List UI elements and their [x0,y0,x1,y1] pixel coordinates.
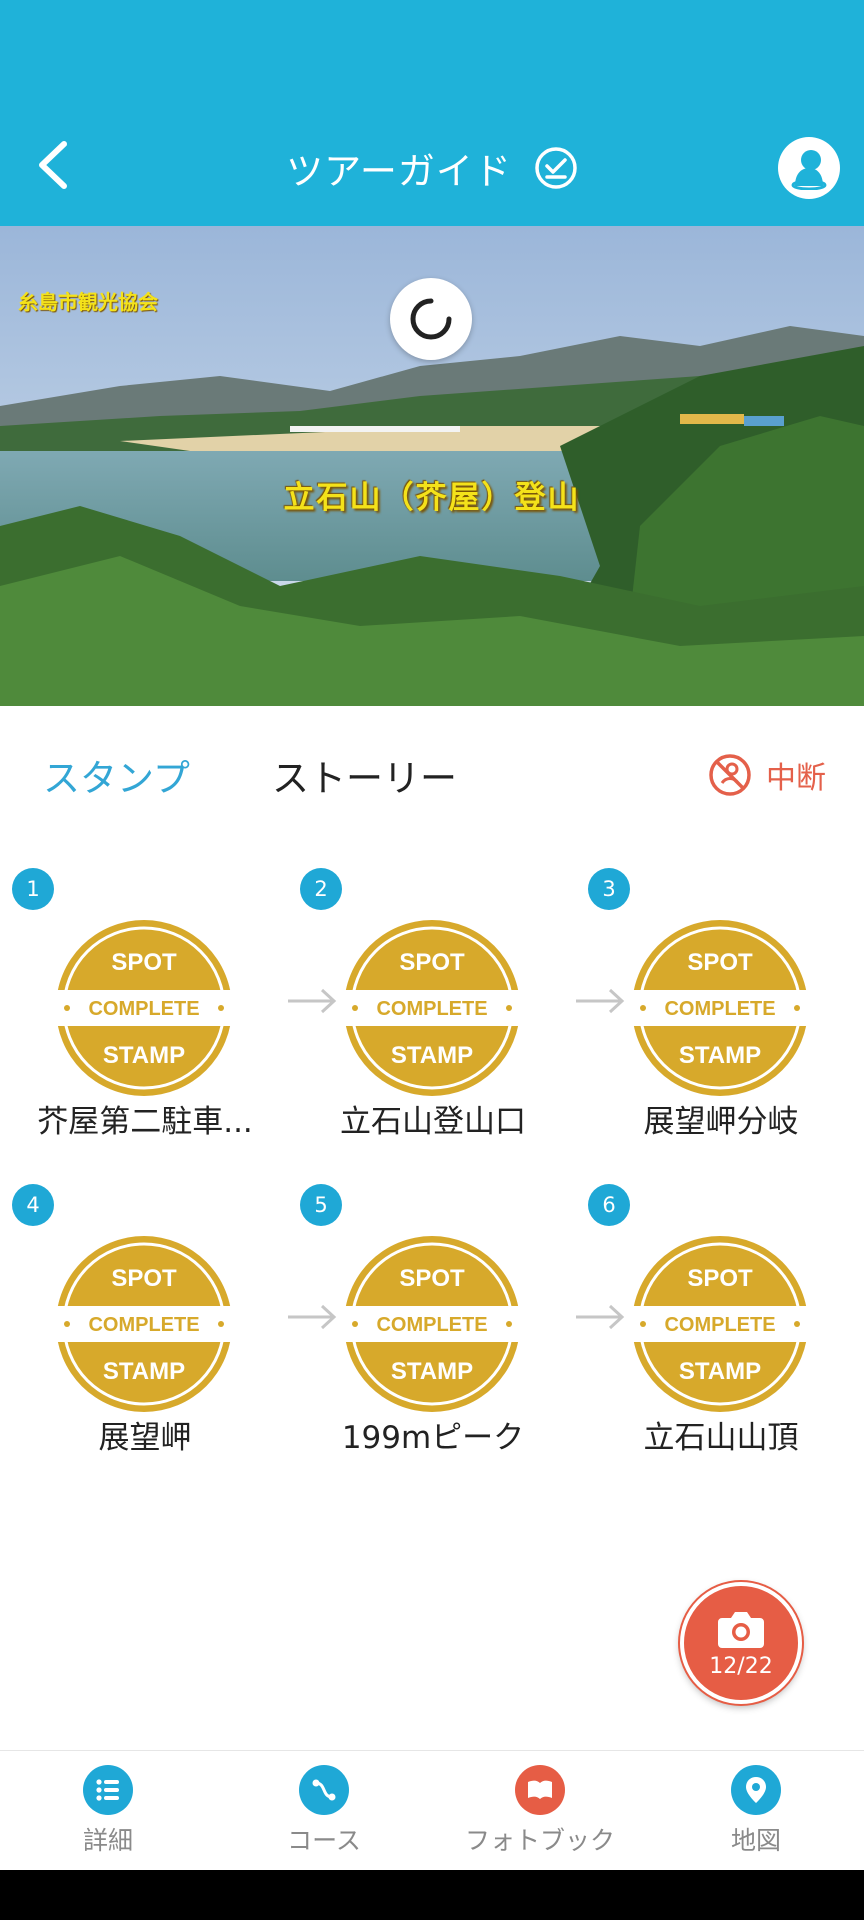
nav-course[interactable]: コース [216,1765,432,1865]
camera-icon [718,1611,764,1648]
profile-button[interactable] [778,137,840,199]
camera-button[interactable]: 12/22 [680,1582,802,1704]
complete-stamp-icon: COMPLETE SPOT STAMP [344,920,520,1096]
book-icon [515,1765,565,1815]
svg-text:SPOT: SPOT [111,949,177,976]
nav-map-label: 地図 [730,1826,781,1855]
nav-details[interactable]: 詳細 [0,1765,216,1865]
spot-number-badge: 6 [588,1184,630,1226]
svg-text:COMPLETE: COMPLETE [376,998,487,1020]
photo-count: 12/22 [709,1653,773,1679]
page-title-text: ツアーガイド [286,150,512,193]
svg-text:SPOT: SPOT [111,1265,177,1292]
nav-map[interactable]: 地図 [648,1765,864,1865]
checklist-icon[interactable] [534,146,578,190]
nav-details-label: 詳細 [82,1826,133,1855]
svg-text:STAMP: STAMP [391,1042,473,1069]
user-icon [791,150,827,190]
svg-text:SPOT: SPOT [399,949,465,976]
nav-course-label: コース [287,1826,361,1855]
spot-number-badge: 1 [12,868,54,910]
svg-text:COMPLETE: COMPLETE [88,998,199,1020]
stamp-spot-5[interactable]: 5 COMPLETE SPOT STAMP 199mピーク [300,1184,550,1456]
hero-image: 糸島市観光協会 立石山（芥屋）登山 [0,226,864,706]
svg-text:STAMP: STAMP [679,1042,761,1069]
spot-number-badge: 3 [588,868,630,910]
spot-name: 立石山山頂 [643,1420,799,1456]
stamp-spot-1[interactable]: 1 COMPLETE SPOT STAMP 芥屋第二駐車... [12,868,262,1140]
tab-stamp[interactable]: スタンプ [43,740,190,810]
tab-story[interactable]: ストーリー [272,740,457,810]
spot-number-badge: 4 [12,1184,54,1226]
map-pin-icon [731,1765,781,1815]
svg-text:SPOT: SPOT [687,1265,753,1292]
page-title: ツアーガイド [0,138,864,198]
stamp-spot-4[interactable]: 4 COMPLETE SPOT STAMP 展望岬 [12,1184,262,1456]
hero-caption: 立石山（芥屋）登山 [283,480,581,516]
spot-name: 199mピーク [341,1420,525,1456]
svg-text:STAMP: STAMP [103,1358,185,1385]
svg-text:COMPLETE: COMPLETE [664,998,775,1020]
nav-photobook[interactable]: フォトブック [432,1765,648,1865]
svg-text:COMPLETE: COMPLETE [88,1314,199,1336]
stamp-spot-6[interactable]: 6 COMPLETE SPOT STAMP 立石山山頂 [588,1184,838,1456]
complete-stamp-icon: COMPLETE SPOT STAMP [56,920,232,1096]
svg-text:STAMP: STAMP [679,1358,761,1385]
complete-stamp-icon: COMPLETE SPOT STAMP [632,1236,808,1412]
system-navigation-bar [0,1870,864,1920]
complete-stamp-icon: COMPLETE SPOT STAMP [632,920,808,1096]
svg-text:STAMP: STAMP [103,1042,185,1069]
route-icon [299,1765,349,1815]
hero-organization-tag: 糸島市観光協会 [18,290,158,314]
svg-text:STAMP: STAMP [391,1358,473,1385]
spot-number-badge: 2 [300,868,342,910]
stamp-spot-2[interactable]: 2 COMPLETE SPOT STAMP 立石山登山口 [300,868,550,1140]
nav-photobook-label: フォトブック [464,1826,615,1855]
top-bar: ツアーガイド [0,0,864,226]
spot-name: 展望岬分岐 [643,1104,799,1140]
svg-text:SPOT: SPOT [687,949,753,976]
svg-text:SPOT: SPOT [399,1265,465,1292]
list-icon [83,1765,133,1815]
spot-name: 芥屋第二駐車... [37,1104,253,1140]
stamp-spot-3[interactable]: 3 COMPLETE SPOT STAMP 展望岬分岐 [588,868,838,1140]
tab-bar: スタンプ ストーリー 中断 [0,740,864,810]
pause-walk-icon [709,754,751,796]
spot-name: 展望岬 [98,1420,192,1456]
svg-text:COMPLETE: COMPLETE [664,1314,775,1336]
complete-stamp-icon: COMPLETE SPOT STAMP [344,1236,520,1412]
bottom-navigation: 詳細 コース フォトブック 地図 [0,1750,864,1871]
svg-text:COMPLETE: COMPLETE [376,1314,487,1336]
refresh-icon [410,298,452,340]
spot-number-badge: 5 [300,1184,342,1226]
spot-name: 立石山登山口 [340,1104,526,1140]
interrupt-button[interactable]: 中断 [708,740,826,810]
interrupt-label: 中断 [766,761,826,796]
complete-stamp-icon: COMPLETE SPOT STAMP [56,1236,232,1412]
loading-spinner [390,278,472,360]
